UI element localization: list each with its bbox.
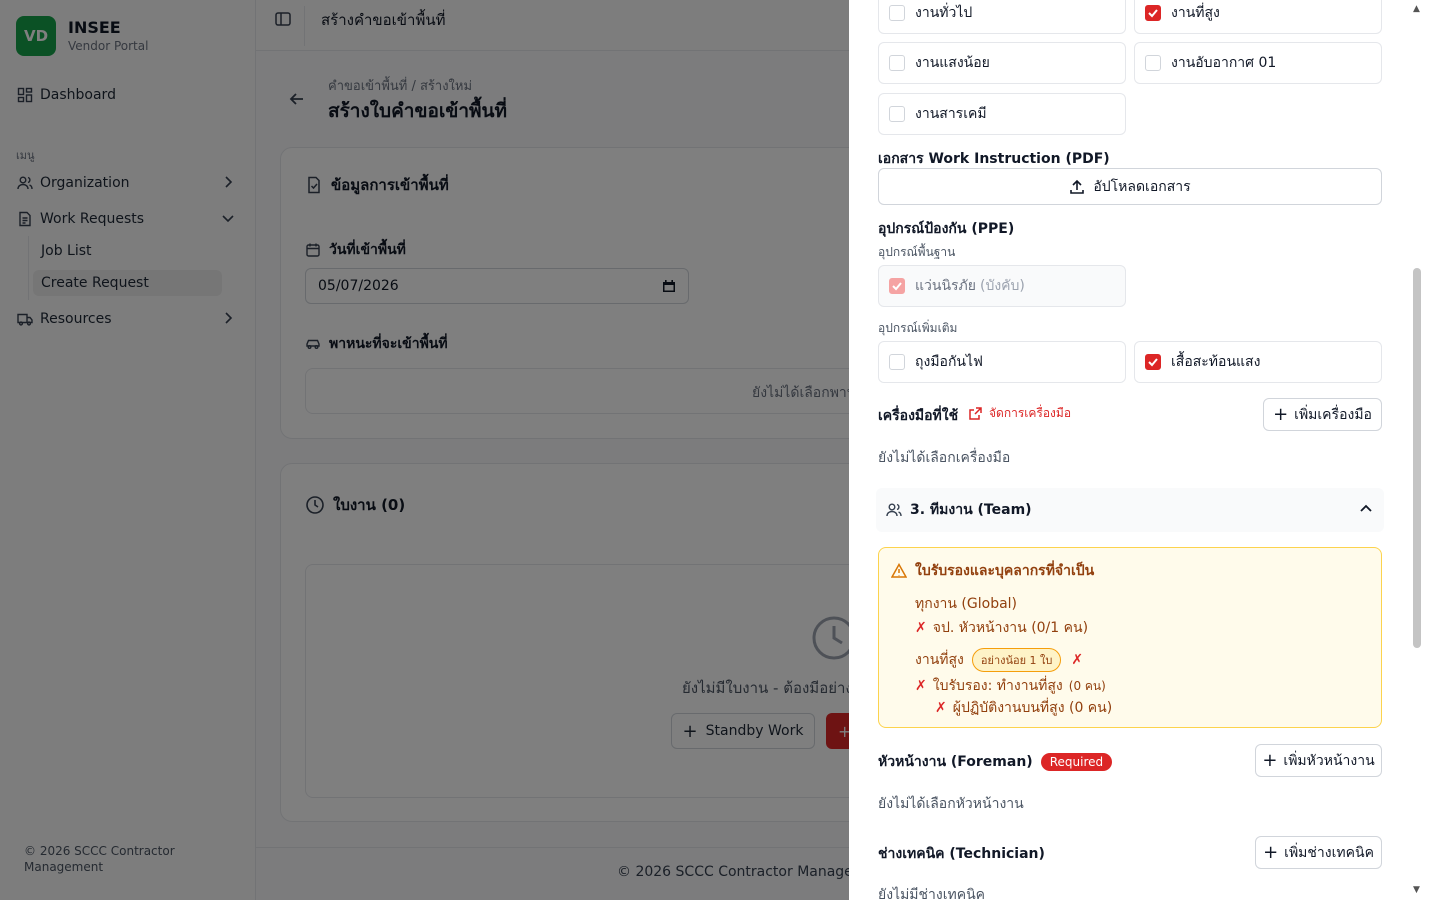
ppe-reflective-vest[interactable]: เสื้อสะท้อนแสง <box>1134 341 1382 383</box>
drawer-scrollbar[interactable] <box>1428 0 1440 900</box>
worktype-low-light[interactable]: งานแสงน้อย <box>878 42 1126 84</box>
team-section-header[interactable]: 3. ทีมงาน (Team) <box>876 488 1384 532</box>
warning-icon <box>891 563 907 579</box>
add-tool-button[interactable]: + เพิ่มเครื่องมือ <box>1263 398 1382 431</box>
worktype-confined-space[interactable]: งานอับอากาศ 01 <box>1134 42 1382 84</box>
warning-global-item: ✗ จป. หัวหน้างาน (0/1 คน) <box>915 620 1089 636</box>
worktype-height[interactable]: งานที่สูง <box>1134 0 1382 34</box>
worktype-general[interactable]: งานทั่วไป <box>878 0 1126 34</box>
ppe-safety-glasses: แว่นนิรภัย (บังคับ) <box>878 265 1126 307</box>
ppe-extra-label: อุปกรณ์เพิ่มเติม <box>878 321 958 335</box>
add-technician-button[interactable]: + เพิ่มช่างเทคนิค <box>1255 836 1382 869</box>
checkbox[interactable] <box>889 106 905 122</box>
foreman-label: หัวหน้างาน (Foreman) Required <box>878 751 1113 773</box>
plus-icon: + <box>1263 841 1279 863</box>
checkbox[interactable] <box>889 55 905 71</box>
chevron-up-icon[interactable] <box>1358 501 1374 521</box>
technician-label: ช่างเทคนิค (Technician) <box>878 846 1045 862</box>
tools-empty-text: ยังไม่ได้เลือกเครื่องมือ <box>878 450 1011 466</box>
plus-icon: + <box>1262 749 1278 771</box>
upload-document-button[interactable]: อัปโหลดเอกสาร <box>878 168 1382 205</box>
tools-label: เครื่องมือที่ใช้ <box>878 408 959 424</box>
manage-tools-link[interactable]: จัดการเครื่องมือ <box>968 404 1071 423</box>
min-cert-pill: อย่างน้อย 1 ใบ <box>971 648 1062 672</box>
warning-cert-item: ✗ ใบรับรอง: ทำงานที่สูง (0 คน) <box>915 678 1106 694</box>
checkbox[interactable] <box>889 354 905 370</box>
upload-icon <box>1069 179 1085 195</box>
warning-global-label: ทุกงาน (Global) <box>915 596 1018 612</box>
warning-height-label: งานที่สูง อย่างน้อย 1 ใบ ✗ <box>915 648 1089 672</box>
add-foreman-button[interactable]: + เพิ่มหัวหน้างาน <box>1255 744 1382 777</box>
requirements-warning: ใบรับรองและบุคลากรที่จำเป็น ทุกงาน (Glob… <box>878 547 1382 728</box>
foreman-empty-text: ยังไม่ได้เลือกหัวหน้างาน <box>878 796 1024 812</box>
ppe-basic-label: อุปกรณ์พื้นฐาน <box>878 245 956 259</box>
warning-worker-item: ✗ ผู้ปฏิบัติงานบนที่สูง (0 คน) <box>935 700 1113 716</box>
users-icon <box>886 502 902 518</box>
checkbox-checked-disabled <box>889 278 905 294</box>
plus-icon: + <box>1273 403 1289 425</box>
scrollbar-thumb[interactable] <box>1413 268 1421 648</box>
checkbox[interactable] <box>1145 55 1161 71</box>
ppe-fire-gloves[interactable]: ถุงมือกันไฟ <box>878 341 1126 383</box>
modal-overlay[interactable] <box>0 0 849 900</box>
checkbox[interactable] <box>889 5 905 21</box>
scroll-up-arrow-icon[interactable]: ▲ <box>1413 4 1420 14</box>
technician-empty-text: ยังไม่มีช่างเทคนิค <box>878 887 986 900</box>
checkbox-checked[interactable] <box>1145 5 1161 21</box>
required-badge: Required <box>1040 753 1113 771</box>
warning-title: ใบรับรองและบุคลากรที่จำเป็น <box>891 560 1094 582</box>
external-link-icon <box>968 406 983 421</box>
worktype-chemical[interactable]: งานสารเคมี <box>878 93 1126 135</box>
checkbox-checked[interactable] <box>1145 354 1161 370</box>
wi-label: เอกสาร Work Instruction (PDF) <box>878 151 1110 167</box>
ppe-label: อุปกรณ์ป้องกัน (PPE) <box>878 221 1015 237</box>
scroll-down-arrow-icon[interactable]: ▼ <box>1413 885 1420 895</box>
